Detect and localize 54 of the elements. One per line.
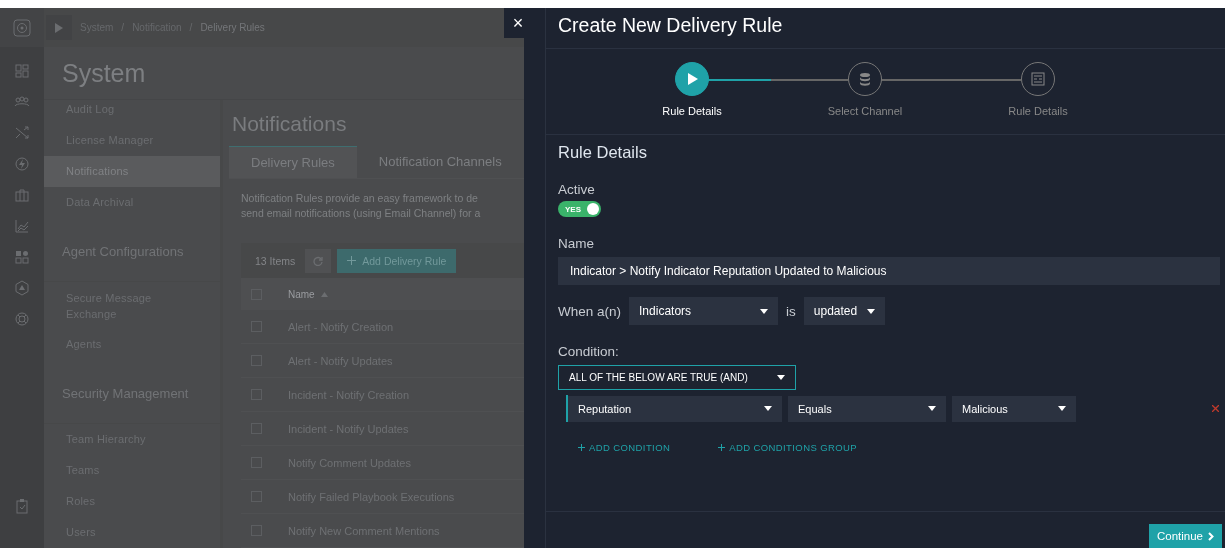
dialog-title: Create New Delivery Rule	[546, 8, 1225, 49]
trigger-label: When a(n)	[558, 303, 622, 319]
database-icon	[858, 72, 872, 86]
caret-icon	[764, 406, 772, 411]
play-button[interactable]	[46, 15, 72, 40]
name-input[interactable]: Indicator > Notify Indicator Reputation Updated to Malicious	[558, 257, 1220, 285]
item-count: 13 Items	[255, 254, 296, 267]
field-label: Name	[558, 236, 595, 251]
caret-icon	[866, 308, 875, 314]
play-icon	[685, 72, 699, 86]
refresh-icon	[313, 255, 324, 266]
bolt-icon[interactable]	[14, 156, 30, 172]
step-label: Rule Details	[1007, 105, 1069, 117]
field-dropdown[interactable]: Reputation	[568, 395, 782, 422]
add-link[interactable]: ADD CONDITION	[578, 442, 671, 453]
caret-icon	[777, 375, 785, 380]
shuffle-icon[interactable]	[14, 125, 30, 141]
sort-ascending-icon	[320, 291, 328, 297]
add-link[interactable]: ADD CONDITIONS GROUP	[718, 442, 857, 453]
plus-icon	[347, 256, 357, 265]
caret-icon	[928, 406, 936, 411]
operator-dropdown[interactable]: Equals	[788, 395, 946, 422]
active-toggle[interactable]: YES	[558, 201, 601, 217]
clipboard-icon[interactable]	[14, 498, 30, 514]
plus-icon	[718, 444, 726, 451]
field-label: Condition:	[558, 344, 620, 359]
section-heading: Rule Details	[558, 143, 648, 162]
plus-icon	[578, 444, 585, 451]
logic-dropdown[interactable]: ALL OF THE BELOW ARE TRUE (AND)	[558, 365, 796, 390]
step-label: Rule Details	[661, 105, 723, 117]
lifebuoy-icon[interactable]	[14, 311, 30, 327]
trigger-label: is	[786, 303, 796, 319]
remove-condition-icon[interactable]	[1212, 405, 1219, 412]
value-dropdown[interactable]: Malicious	[952, 395, 1076, 422]
refresh-button[interactable]	[305, 248, 332, 273]
logo-icon	[13, 18, 31, 37]
caret-icon	[760, 308, 769, 314]
hexagon-icon[interactable]	[14, 280, 30, 296]
chevron-right-icon	[1208, 531, 1214, 541]
breadcrumb-separator: /	[189, 22, 193, 33]
briefcase-icon[interactable]	[14, 187, 30, 203]
module-dropdown[interactable]: Indicators	[629, 297, 779, 325]
chart-icon[interactable]	[14, 218, 30, 234]
field-label: Active	[558, 182, 596, 197]
continue-button[interactable]: Continue	[1148, 524, 1222, 548]
form-icon	[1031, 72, 1045, 86]
step-label: Select Channel	[826, 105, 904, 117]
event-dropdown[interactable]: updated	[803, 297, 885, 325]
dashboard-icon[interactable]	[14, 63, 30, 79]
apps-icon[interactable]	[14, 249, 30, 265]
breadcrumb-separator: /	[121, 22, 125, 33]
play-icon	[55, 22, 63, 33]
caret-icon	[1058, 406, 1066, 411]
column-header[interactable]: Name	[288, 288, 328, 300]
